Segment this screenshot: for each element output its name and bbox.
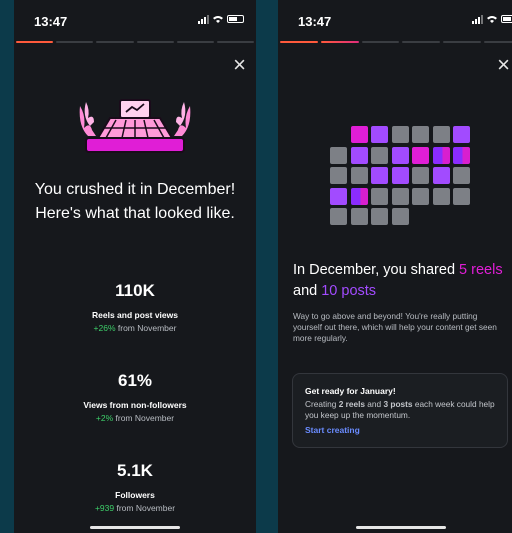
stat-block-non-followers: 61% Views from non-followers +2% from No… [14, 371, 256, 423]
calendar-day-split [453, 146, 470, 164]
progress-segment [216, 41, 255, 43]
status-time: 13:47 [34, 14, 68, 29]
calendar-day-post [432, 167, 450, 184]
calendar-day-none [391, 208, 409, 225]
home-indicator[interactable] [90, 526, 180, 529]
title-prefix: In December, you shared [293, 262, 456, 278]
calendar-day-none [453, 167, 470, 184]
calendar-day-none [371, 187, 388, 205]
calendar-day-split [432, 146, 450, 164]
card-posts: 3 posts [383, 399, 413, 409]
calendar-day-post [350, 146, 368, 164]
calendar-day-post [391, 167, 409, 184]
calendar-day-none [412, 187, 429, 205]
calendar-day-reel [412, 146, 429, 164]
stat-change: +939 from November [14, 503, 256, 513]
january-tip-card: Get ready for January! Creating 2 reels … [292, 373, 508, 448]
status-time: 13:47 [298, 14, 332, 29]
calendar-day-none [391, 126, 409, 143]
calendar-day-none [432, 187, 450, 205]
reels-count: 5 [459, 262, 468, 278]
card-text-prefix: Creating [305, 399, 337, 409]
calendar-day-none [412, 167, 429, 184]
calendar-day-reel [350, 126, 368, 143]
progress-segment [56, 41, 94, 43]
stat-label: Reels and post views [92, 310, 178, 320]
close-icon[interactable]: × [233, 54, 246, 76]
stat-value: 110K [115, 281, 155, 300]
calendar-day-none [350, 208, 368, 225]
calendar-day-none [350, 167, 368, 184]
story-recap-screen: 13:47 × You crushed it in December! Here… [14, 0, 256, 533]
calendar-day-post [371, 126, 388, 143]
calendar-day-post [453, 126, 470, 143]
progress-segment [280, 41, 318, 43]
card-and: and [367, 399, 382, 409]
card-reels: 2 reels [338, 399, 365, 409]
stat-change-suffix: from November [117, 323, 177, 333]
progress-segment [443, 41, 482, 43]
story-progress-bar [280, 41, 512, 43]
battery-icon [227, 15, 244, 23]
calendar-day-post [391, 146, 409, 164]
calendar-day-none [330, 208, 347, 225]
content-recap-screen: 13:47 × In December, you shared 5 reels … [278, 0, 512, 533]
reels-word: reels [471, 262, 503, 278]
stat-block-followers: 5.1K Followers +939 from November [14, 461, 256, 513]
progress-segment [96, 41, 134, 43]
trophy-stage-illustration [79, 99, 191, 153]
card-text: Creating 2 reels and 3 posts each week c… [305, 399, 495, 421]
and-word: and [293, 283, 318, 299]
recap-headline: You crushed it in December! Here's what … [34, 181, 236, 222]
calendar-day-none [391, 187, 409, 205]
home-indicator[interactable] [356, 526, 446, 529]
calendar-day-none [330, 146, 347, 164]
stat-change-suffix: from November [115, 413, 175, 423]
story-progress-bar [16, 41, 255, 43]
calendar-day-none [371, 146, 388, 164]
wifi-icon [487, 16, 497, 23]
encouragement-text: Way to go above and beyond! You're reall… [293, 311, 497, 343]
signal-icon [472, 14, 483, 24]
progress-segment [320, 41, 359, 43]
stat-change-value: +2% [95, 413, 114, 423]
battery-icon [501, 15, 512, 23]
calendar-day-none [432, 126, 450, 143]
status-icons [472, 14, 512, 24]
stat-block-views: 110K Reels and post views +26% from Nove… [14, 281, 256, 333]
progress-segment [16, 41, 54, 43]
stat-value: 61% [117, 371, 153, 390]
stat-label: Views from non-followers [83, 400, 187, 410]
progress-segment [176, 41, 214, 43]
progress-segment [484, 41, 512, 43]
calendar-day-none [453, 187, 470, 205]
shared-summary-title: In December, you shared 5 reels and 10 p… [293, 260, 506, 302]
stat-label: Followers [115, 490, 155, 500]
posts-count: 10 posts [321, 283, 377, 299]
stat-change: +2% from November [14, 413, 256, 423]
progress-segment [136, 41, 174, 43]
calendar-day-post [330, 187, 347, 205]
close-icon[interactable]: × [497, 54, 510, 76]
stat-change-value: +26% [93, 323, 116, 333]
calendar-day-none [330, 167, 347, 184]
progress-segment [402, 41, 441, 43]
stat-value: 5.1K [117, 461, 153, 480]
card-title: Get ready for January! [305, 386, 396, 396]
calendar-day-split [350, 187, 368, 205]
progress-segment [361, 41, 400, 43]
start-creating-link[interactable]: Start creating [305, 425, 495, 435]
calendar-day-none [412, 126, 429, 143]
stat-change-value: +939 [94, 503, 115, 513]
stat-change-suffix: from November [116, 503, 176, 513]
signal-icon [198, 14, 209, 24]
wifi-icon [213, 16, 223, 23]
calendar-day-post [371, 167, 388, 184]
stat-change: +26% from November [14, 323, 256, 333]
calendar-day-none [371, 208, 388, 225]
status-icons [198, 14, 244, 24]
